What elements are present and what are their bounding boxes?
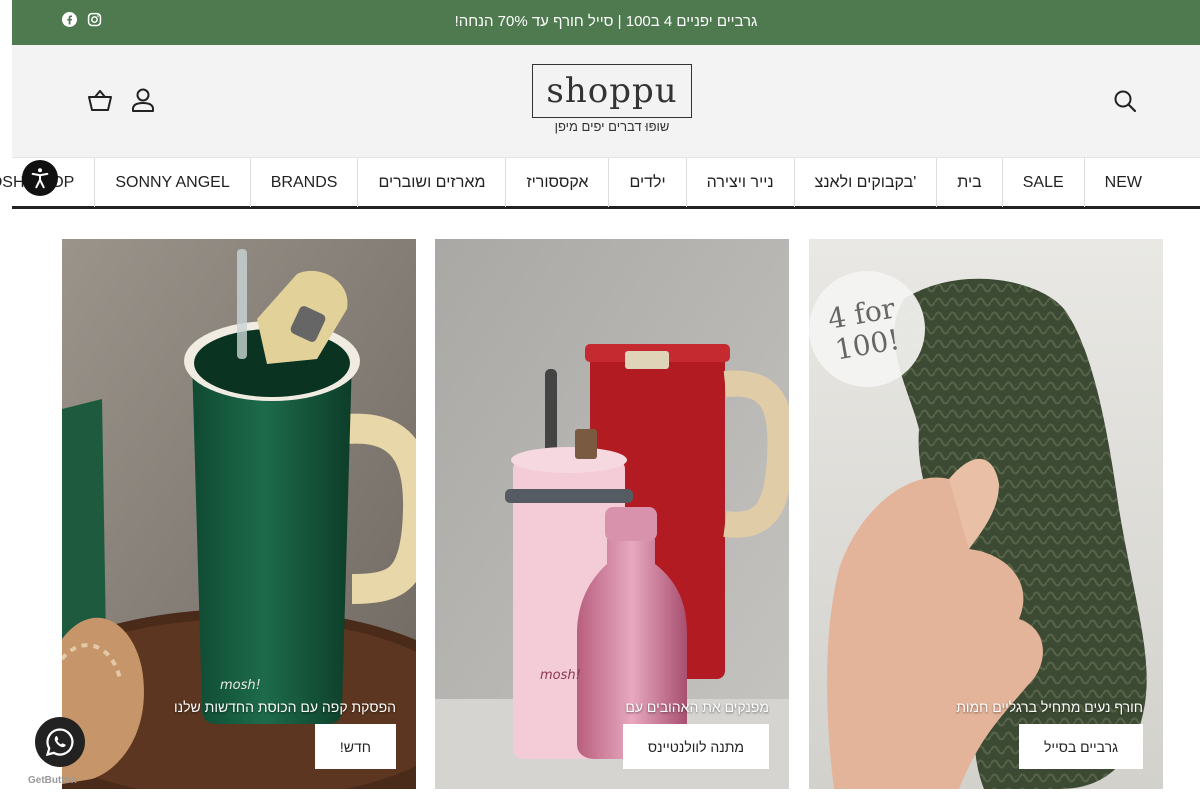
nav-item-sale[interactable]: SALE bbox=[1001, 158, 1084, 207]
valentines-gift-button[interactable]: מתנה לוולנטיינס bbox=[622, 724, 769, 769]
promo-card-new-cups[interactable]: mosh! הפסקת קפה עם הכוסת החדשות שלנו חדש… bbox=[62, 239, 416, 789]
card-caption: מפנקים את האהובים עם bbox=[625, 699, 769, 715]
nav-item-home[interactable]: בית bbox=[936, 158, 1001, 207]
announcement-text[interactable]: גרביים יפניים 4 ב100 | סייל חורף עד 70% … bbox=[12, 13, 1200, 30]
nav-item-accessories[interactable]: אקססוריז bbox=[505, 158, 608, 207]
accessibility-button[interactable] bbox=[22, 160, 58, 196]
svg-text:mosh!: mosh! bbox=[220, 678, 261, 693]
main-nav: NEW SALE בית בקבוקים ולאנצ' נייר ויצירה … bbox=[0, 157, 1200, 209]
card-caption: חורף נעים מתחיל ברגליים חמות bbox=[956, 699, 1143, 715]
account-icon[interactable] bbox=[130, 87, 156, 113]
cart-icon[interactable] bbox=[87, 88, 113, 114]
accessibility-icon bbox=[31, 168, 49, 189]
promo-card-socks[interactable]: 4 for 100! חורף נעים מתחיל ברגליים חמות … bbox=[809, 239, 1163, 789]
promo-card-valentines[interactable]: mosh! מפנקים את האהובים עם מתנה לוולנטיי… bbox=[435, 239, 789, 789]
svg-text:mosh!: mosh! bbox=[540, 668, 581, 683]
nav-items: NEW SALE בית בקבוקים ולאנצ' נייר ויצירה … bbox=[0, 158, 1162, 207]
site-logo[interactable]: shoppu bbox=[532, 64, 692, 118]
green-tumbler bbox=[192, 359, 352, 724]
tagline: שופּוּ דברים יפים מיפן bbox=[554, 119, 670, 134]
search-icon[interactable] bbox=[1112, 88, 1138, 114]
socks-sale-button[interactable]: גרביים בסייל bbox=[1019, 724, 1143, 769]
announcement-bar: גרביים יפניים 4 ב100 | סייל חורף עד 70% … bbox=[12, 0, 1200, 45]
new-button[interactable]: חדש! bbox=[314, 724, 396, 769]
card-caption: הפסקת קפה עם הכוסת החדשות שלנו bbox=[174, 699, 396, 715]
nav-item-sonny-angel[interactable]: SONNY ANGEL bbox=[94, 158, 249, 207]
nav-item-new[interactable]: NEW bbox=[1083, 158, 1162, 207]
whatsapp-icon bbox=[45, 728, 74, 757]
nav-item-paper-craft[interactable]: נייר ויצירה bbox=[685, 158, 794, 207]
logo-text: shoppu bbox=[546, 71, 678, 111]
site-header: shoppu שופּוּ דברים יפים מיפן bbox=[12, 45, 1200, 157]
nav-item-bottles-lunch[interactable]: בקבוקים ולאנצ' bbox=[793, 158, 937, 207]
nav-item-kids[interactable]: ילדים bbox=[608, 158, 685, 207]
getbutton-label: GetButton bbox=[28, 775, 77, 786]
whatsapp-button[interactable] bbox=[35, 717, 85, 767]
nav-item-gift-sets[interactable]: מארזים ושוברים bbox=[357, 158, 505, 207]
nav-item-brands[interactable]: BRANDS bbox=[249, 158, 358, 207]
